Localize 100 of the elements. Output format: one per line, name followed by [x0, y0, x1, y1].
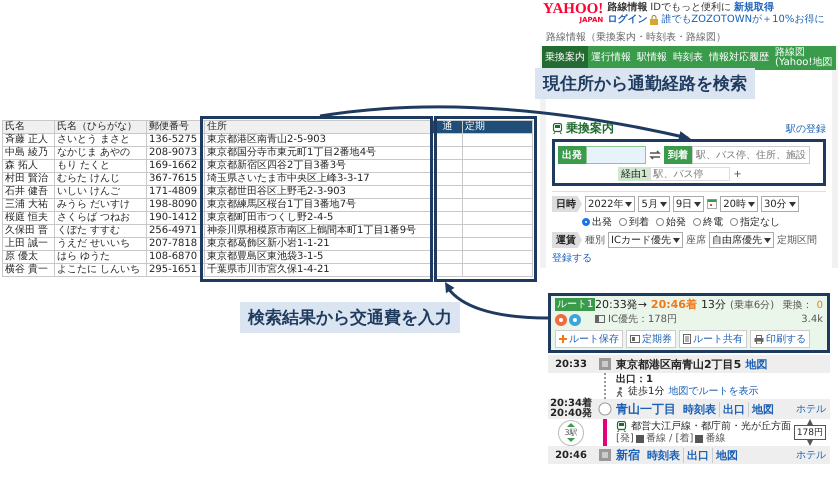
table-cell: 東京都葛飾区新小岩1-1-21	[204, 238, 432, 250]
caret-icon	[660, 202, 667, 206]
caret-icon	[764, 238, 771, 242]
column-header: 氏名	[2, 120, 54, 134]
radio-option[interactable]: 出発	[582, 215, 612, 229]
nav-tab[interactable]: 運行情報	[588, 46, 634, 70]
table-cell	[462, 212, 532, 224]
table-cell	[462, 172, 532, 186]
dropdown[interactable]: 自由席優先	[708, 232, 774, 248]
dropdown[interactable]: 30分	[760, 196, 799, 212]
action-button[interactable]: ルート共有	[679, 330, 747, 348]
fare-text: IC優先：178円	[608, 312, 678, 326]
signup-link[interactable]: 新規取得	[734, 2, 774, 14]
station-link[interactable]: 地図	[712, 448, 741, 462]
dropdown[interactable]: 5月	[638, 196, 670, 212]
radio-icon[interactable]	[693, 218, 701, 226]
nav-tab[interactable]: 駅情報	[634, 46, 670, 70]
column-header: 定期	[462, 120, 532, 134]
up-triangle-icon	[567, 423, 575, 427]
station-icon	[599, 358, 611, 370]
table-cell	[432, 238, 462, 250]
station-link[interactable]: 時刻表	[680, 402, 719, 416]
card-icon	[595, 315, 605, 323]
exit-text: 出口：1	[616, 374, 653, 386]
radio-option[interactable]: 始発	[656, 215, 686, 229]
table-cell	[432, 264, 462, 276]
table-cell: 東京都練馬区桜台1丁目3番地7号	[204, 198, 432, 212]
via-field[interactable]: 駅、バス停	[650, 167, 730, 181]
table-cell	[462, 238, 532, 250]
radio-icon[interactable]	[730, 218, 738, 226]
departure-field[interactable]	[586, 146, 646, 164]
table-cell: いしい けんご	[54, 186, 146, 198]
walking-person-icon	[616, 387, 624, 397]
table-cell: 斉藤 正人	[2, 134, 54, 146]
swap-icon[interactable]	[649, 150, 661, 160]
radio-option[interactable]: 指定なし	[730, 215, 780, 229]
hotel-link[interactable]: ホテル	[796, 448, 826, 462]
action-button[interactable]: ルート保存	[555, 330, 623, 348]
map-link[interactable]: 地図	[745, 356, 768, 372]
table-cell	[462, 264, 532, 276]
table-cell: よこたに しんいち	[54, 264, 146, 276]
nav-tab[interactable]: 情報対応履歴	[706, 46, 772, 70]
caret-icon	[694, 202, 702, 206]
action-button[interactable]: 定期券	[626, 330, 676, 348]
promo-link[interactable]: 誰でもZOZOTOWNが＋10%お得に	[661, 14, 824, 26]
table-cell	[432, 146, 462, 160]
printer-icon	[754, 334, 764, 344]
duration: 13分	[700, 297, 726, 312]
dropdown[interactable]: 20時	[720, 196, 758, 212]
table-cell: 上田 誠一	[2, 238, 54, 250]
table-cell	[462, 146, 532, 160]
radio-icon[interactable]	[582, 218, 590, 226]
table-cell: 桜庭 恒夫	[2, 212, 54, 224]
table-cell	[462, 224, 532, 238]
station-link[interactable]: 出口	[719, 402, 748, 416]
radio-icon[interactable]	[656, 218, 664, 226]
table-cell: 295-1651	[146, 264, 204, 276]
arrival-field[interactable]: 駅、バス停、住所、施設	[692, 146, 810, 164]
time-text: 20:33	[554, 358, 588, 370]
nav-tab[interactable]: 時刻表	[670, 46, 706, 70]
radio-icon[interactable]	[619, 218, 627, 226]
field-label: 出発	[558, 146, 586, 164]
table-cell: 198-8090	[146, 198, 204, 212]
dropdown[interactable]: ICカード優先	[608, 232, 683, 248]
calendar-icon[interactable]	[707, 199, 718, 209]
table-cell: 村田 賢治	[2, 172, 54, 186]
departure-time: 20:40発	[550, 409, 592, 419]
station-link[interactable]: 出口	[683, 448, 712, 462]
column-header: 郵便番号	[146, 120, 204, 134]
register-link[interactable]: 登録する	[552, 251, 592, 265]
document-icon	[683, 334, 691, 344]
action-button[interactable]: 印刷する	[750, 330, 810, 348]
table-cell	[462, 250, 532, 264]
ride-time: (乗車6分)	[730, 298, 774, 312]
column-header: 住所	[204, 120, 432, 134]
add-via-button[interactable]: +	[730, 168, 745, 180]
nav-tab[interactable]: 路線図(Yahoo!地図	[772, 46, 836, 70]
nav-tab[interactable]: 乗換案内	[542, 46, 588, 70]
line-segment	[603, 419, 607, 446]
lock-icon	[650, 15, 658, 25]
station-link[interactable]: 時刻表	[644, 448, 683, 462]
dropdown[interactable]: 9日	[672, 196, 704, 212]
hotel-link[interactable]: ホテル	[796, 402, 826, 416]
table-cell	[432, 186, 462, 198]
table-cell	[462, 186, 532, 198]
circle-icon	[569, 314, 581, 326]
login-link[interactable]: ログイン	[607, 14, 648, 26]
register-station-link[interactable]: 駅の登録	[786, 122, 826, 136]
station-link[interactable]: 地図	[748, 402, 777, 416]
down-triangle-icon	[567, 438, 575, 442]
radio-option[interactable]: 終電	[693, 215, 723, 229]
map-route-link[interactable]: 地図でルートを表示	[668, 386, 758, 398]
dropdown[interactable]: 2022年	[585, 196, 636, 212]
radio-option[interactable]: 到着	[619, 215, 649, 229]
caret-icon	[672, 238, 680, 242]
fare-tag: 178円	[794, 425, 826, 440]
plus-icon	[559, 335, 567, 343]
callout-label: 検索結果から交通費を入力	[240, 302, 460, 333]
table-cell: 森 拓人	[2, 160, 54, 172]
service-name: 路線情報	[607, 2, 648, 14]
